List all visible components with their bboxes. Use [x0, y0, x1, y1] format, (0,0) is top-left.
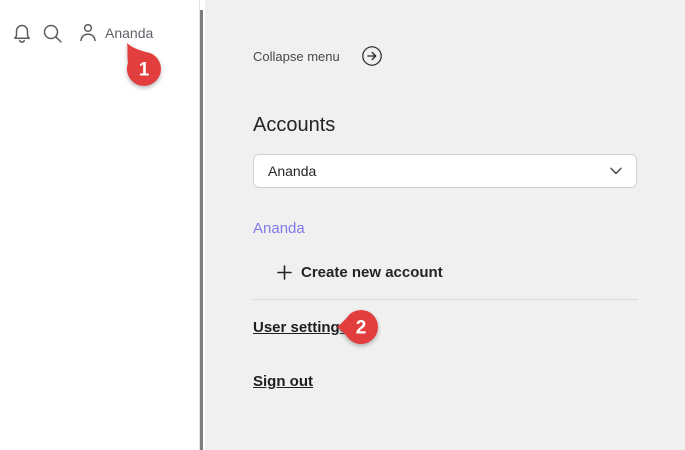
user-settings-link[interactable]: User settings: [253, 319, 348, 336]
collapse-menu-label: Collapse menu: [253, 49, 340, 64]
app-root: Ananda Collapse menu Accounts Ananda Ana…: [0, 0, 685, 450]
profile-button[interactable]: Ananda: [78, 22, 153, 43]
account-menu-panel: Collapse menu Accounts Ananda Ananda Cre…: [205, 0, 685, 450]
sign-out-link[interactable]: Sign out: [253, 373, 313, 390]
left-panel: Ananda: [0, 0, 199, 450]
plus-icon: [277, 265, 292, 280]
account-selector[interactable]: Ananda: [253, 154, 637, 188]
notifications-button[interactable]: [12, 23, 32, 45]
chevron-down-icon: [610, 167, 622, 175]
callout-step-2-badge: 2: [336, 308, 380, 348]
callout-step-1-number: 1: [139, 60, 150, 81]
accounts-heading: Accounts: [253, 114, 335, 137]
callout-step-1-badge: 1: [121, 42, 163, 88]
search-icon: [42, 23, 63, 44]
bell-icon: [12, 23, 32, 45]
vertical-scrollbar[interactable]: [200, 10, 203, 450]
callout-step-2-number: 2: [356, 318, 367, 339]
person-icon: [78, 22, 98, 43]
search-button[interactable]: [42, 23, 63, 44]
create-account-button[interactable]: Create new account: [277, 264, 443, 281]
create-account-label: Create new account: [301, 264, 443, 281]
account-selector-value: Ananda: [268, 163, 610, 179]
current-account-name: Ananda: [253, 220, 305, 237]
arrow-right-circle-icon: [361, 45, 383, 67]
section-divider: [253, 299, 638, 300]
collapse-menu-button[interactable]: Collapse menu: [253, 45, 383, 67]
profile-username: Ananda: [105, 23, 153, 43]
